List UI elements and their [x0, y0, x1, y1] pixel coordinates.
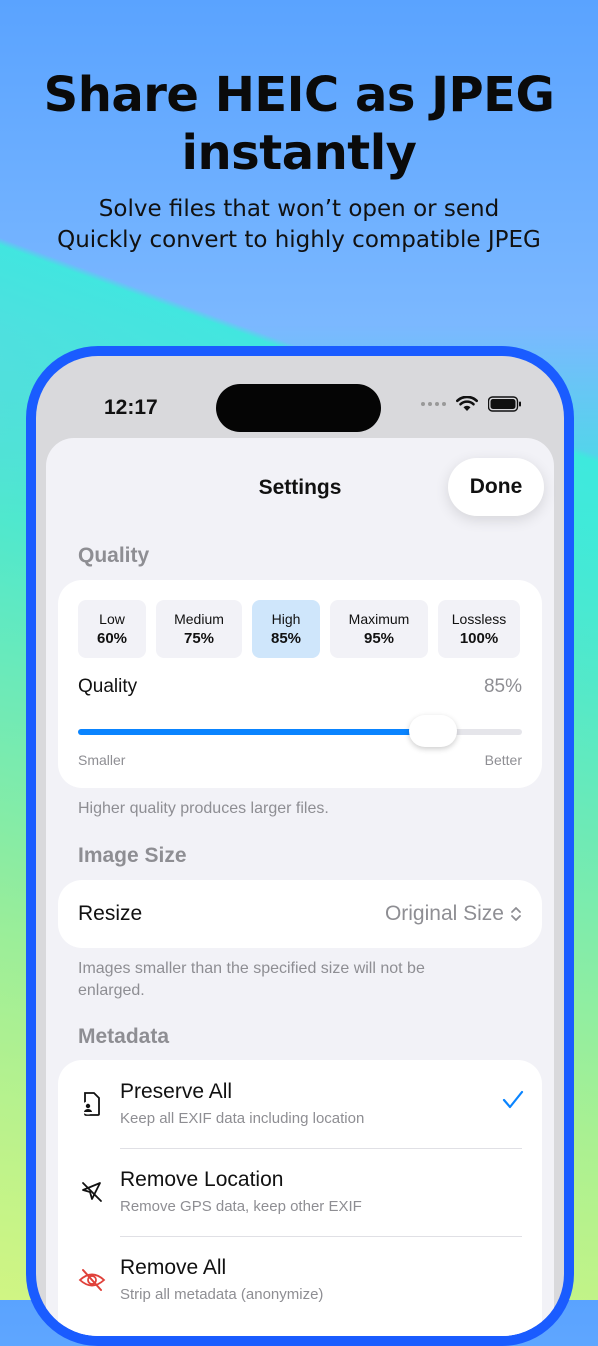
metadata-option-desc: Keep all EXIF data including location	[120, 1110, 365, 1127]
metadata-option-desc: Strip all metadata (anonymize)	[120, 1286, 324, 1303]
eye-slash-icon	[78, 1269, 106, 1291]
phone-screen: 12:17 Settings Done Quality Low 60% Medi…	[36, 356, 564, 1336]
location-slash-icon	[82, 1182, 102, 1202]
done-button[interactable]: Done	[448, 458, 544, 516]
checkmark-icon	[502, 1090, 524, 1109]
resize-label: Resize	[78, 902, 143, 925]
quality-footnote: Higher quality produces larger files.	[78, 800, 329, 817]
status-bar: 12:17	[36, 356, 564, 446]
preset-name: High	[271, 611, 301, 627]
metadata-section-label: Metadata	[78, 1025, 170, 1048]
metadata-option-remove-location[interactable]: Remove Location Remove GPS data, keep ot…	[58, 1148, 542, 1236]
slider-fill	[78, 729, 434, 735]
hero-title-line-1: Share HEIC as JPEG	[43, 67, 555, 123]
quality-preset-maximum[interactable]: Maximum 95%	[330, 600, 428, 658]
resize-row[interactable]: Resize Original Size	[58, 880, 542, 948]
metadata-option-title: Remove Location	[120, 1168, 284, 1191]
status-time: 12:17	[104, 396, 158, 419]
image-size-footnote: Images smaller than the specified size w…	[78, 960, 425, 999]
document-person-icon	[81, 1092, 100, 1116]
hero-title-line-2: instantly	[181, 125, 417, 181]
metadata-option-preserve-all[interactable]: Preserve All Keep all EXIF data includin…	[58, 1060, 542, 1148]
preset-value: 75%	[183, 630, 215, 647]
quality-section-label: Quality	[78, 544, 150, 567]
wifi-icon	[456, 396, 478, 411]
quality-slider[interactable]	[78, 712, 522, 752]
preset-name: Lossless	[451, 611, 507, 627]
preset-name: Low	[99, 611, 125, 627]
preset-name: Maximum	[348, 611, 410, 627]
metadata-option-title: Preserve All	[120, 1080, 233, 1103]
quality-card: Low 60% Medium 75% High 85% Maximum 95% Lossless…	[58, 580, 542, 788]
settings-sheet: Settings Done Quality Low 60% Medium 75% Hig…	[46, 438, 554, 1336]
quality-slider-value: 85%	[483, 676, 522, 697]
slider-thumb[interactable]	[409, 715, 458, 747]
metadata-option-desc: Remove GPS data, keep other EXIF	[120, 1198, 362, 1215]
quality-presets: Low 60% Medium 75% High 85% Maximum 95% Lossless…	[78, 600, 520, 658]
quality-preset-medium[interactable]: Medium 75%	[156, 600, 242, 658]
battery-icon	[488, 396, 521, 412]
resize-picker[interactable]: Original Size	[385, 902, 522, 926]
quality-preset-lossless[interactable]: Lossless 100%	[438, 600, 520, 658]
dynamic-island	[216, 384, 381, 432]
quality-preset-high[interactable]: High 85%	[252, 600, 320, 658]
metadata-card: Preserve All Keep all EXIF data includin…	[58, 1060, 542, 1336]
hero-subtitle-line-2: Quickly convert to highly compatible JPE…	[57, 227, 541, 253]
quality-slider-label: Quality	[78, 676, 138, 697]
metadata-option-remove-all[interactable]: Remove All Strip all metadata (anonymize…	[58, 1236, 542, 1324]
chevron-up-down-icon	[511, 907, 521, 921]
metadata-option-title: Remove All	[120, 1256, 227, 1279]
sheet-header: Settings Done	[46, 438, 554, 538]
preset-value: 100%	[459, 630, 499, 647]
hero-title: Share HEIC as JPEG instantly	[0, 66, 598, 182]
preset-value: 85%	[270, 630, 302, 647]
phone-frame: 12:17 Settings Done Quality Low 60% Medi…	[26, 346, 574, 1346]
preset-value: 95%	[363, 630, 395, 647]
hero-subtitle: Solve files that won’t open or send Quic…	[0, 194, 598, 256]
preset-name: Medium	[174, 611, 224, 627]
status-icons	[421, 396, 522, 412]
slider-min-label: Smaller	[78, 752, 126, 768]
slider-max-label: Better	[484, 752, 522, 768]
quality-preset-low[interactable]: Low 60%	[78, 600, 146, 658]
preset-value: 60%	[96, 630, 128, 647]
image-size-section-label: Image Size	[78, 844, 187, 867]
resize-value: Original Size	[384, 902, 504, 925]
hero-subtitle-line-1: Solve files that won’t open or send	[98, 196, 500, 222]
cellular-dots-icon	[421, 402, 446, 406]
